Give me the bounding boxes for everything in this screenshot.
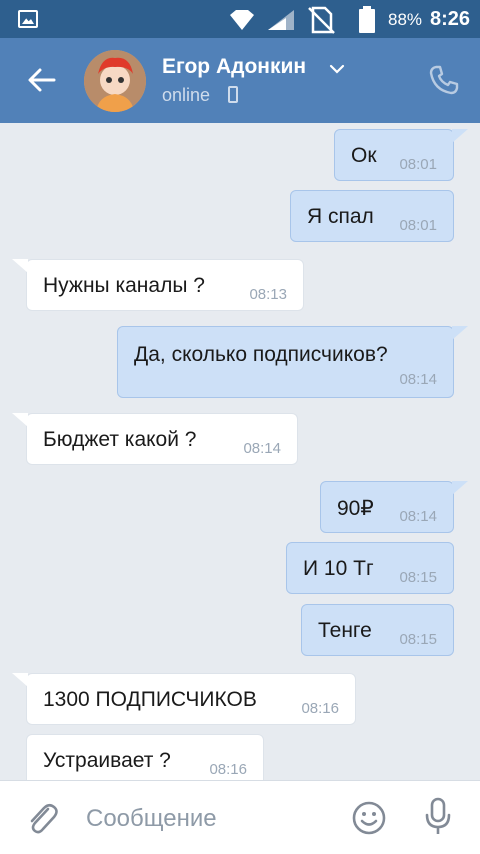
message-bubble-outgoing[interactable]: Ок 08:01 (334, 129, 454, 181)
message-bubble-outgoing[interactable]: И 10 Тг 08:15 (286, 542, 454, 594)
message-text: Да, сколько подписчиков? (134, 343, 388, 366)
attach-icon[interactable] (24, 799, 60, 837)
cell-signal-icon (268, 10, 294, 30)
message-time: 08:13 (249, 286, 287, 303)
bubble-tail (12, 673, 28, 687)
message-text: Ок (351, 144, 377, 167)
message-text: 90₽ (337, 497, 374, 520)
emoji-icon[interactable] (352, 801, 386, 835)
back-arrow-icon[interactable] (26, 64, 58, 96)
mic-icon[interactable] (422, 797, 454, 837)
gallery-icon (18, 10, 38, 28)
message-time: 08:15 (399, 631, 437, 648)
message-bubble-incoming[interactable]: Бюджет какой ? 08:14 (26, 413, 298, 465)
bubble-tail (452, 481, 468, 495)
message-text: Бюджет какой ? (43, 428, 197, 451)
phone-icon[interactable] (428, 64, 460, 96)
message-list[interactable]: Ок 08:01 Я спал 08:01 Нужны каналы ? 08:… (0, 123, 480, 780)
message-bubble-incoming[interactable]: 1300 ПОДПИСЧИКОВ 08:16 (26, 673, 356, 725)
message-time: 08:16 (301, 700, 339, 717)
presence-status: online (162, 85, 211, 105)
message-time: 08:01 (399, 156, 437, 173)
bubble-tail (12, 413, 28, 427)
message-composer (0, 780, 480, 854)
message-text: Устраивает ? (43, 749, 171, 772)
message-input[interactable] (86, 801, 336, 837)
bubble-tail (12, 259, 28, 273)
chat-header: Егор Адонкин online (0, 38, 480, 123)
message-bubble-incoming[interactable]: Устраивает ? 08:16 (26, 734, 264, 780)
message-time: 08:14 (399, 371, 437, 388)
message-text: 1300 ПОДПИСЧИКОВ (43, 688, 257, 711)
bubble-tail (452, 129, 468, 143)
chevron-down-icon[interactable] (328, 60, 346, 78)
status-clock: 8:26 (430, 8, 471, 30)
avatar[interactable] (84, 50, 146, 112)
battery-percent: 88% (388, 10, 423, 29)
contact-name[interactable]: Егор Адонкин (162, 55, 306, 79)
status-bar: 88% 8:26 (0, 0, 480, 38)
message-time: 08:14 (243, 440, 281, 457)
message-bubble-outgoing[interactable]: 90₽ 08:14 (320, 481, 454, 533)
message-time: 08:15 (399, 569, 437, 586)
message-time: 08:01 (399, 217, 437, 234)
message-time: 08:14 (399, 508, 437, 525)
battery-icon (359, 6, 375, 33)
no-sim-icon (308, 6, 335, 34)
diamond-signal-icon (230, 10, 254, 30)
bubble-tail (452, 326, 468, 340)
message-time: 08:16 (209, 761, 247, 778)
avatar-image (84, 50, 146, 112)
mobile-icon (228, 86, 238, 103)
message-bubble-incoming[interactable]: Нужны каналы ? 08:13 (26, 259, 304, 311)
message-bubble-outgoing[interactable]: Да, сколько подписчиков? 08:14 (117, 326, 454, 398)
message-text: Нужны каналы ? (43, 274, 205, 297)
message-bubble-outgoing[interactable]: Тенге 08:15 (301, 604, 454, 656)
message-text: И 10 Тг (303, 557, 374, 580)
message-text: Я спал (307, 205, 374, 228)
message-bubble-outgoing[interactable]: Я спал 08:01 (290, 190, 454, 242)
message-text: Тенге (318, 619, 372, 642)
